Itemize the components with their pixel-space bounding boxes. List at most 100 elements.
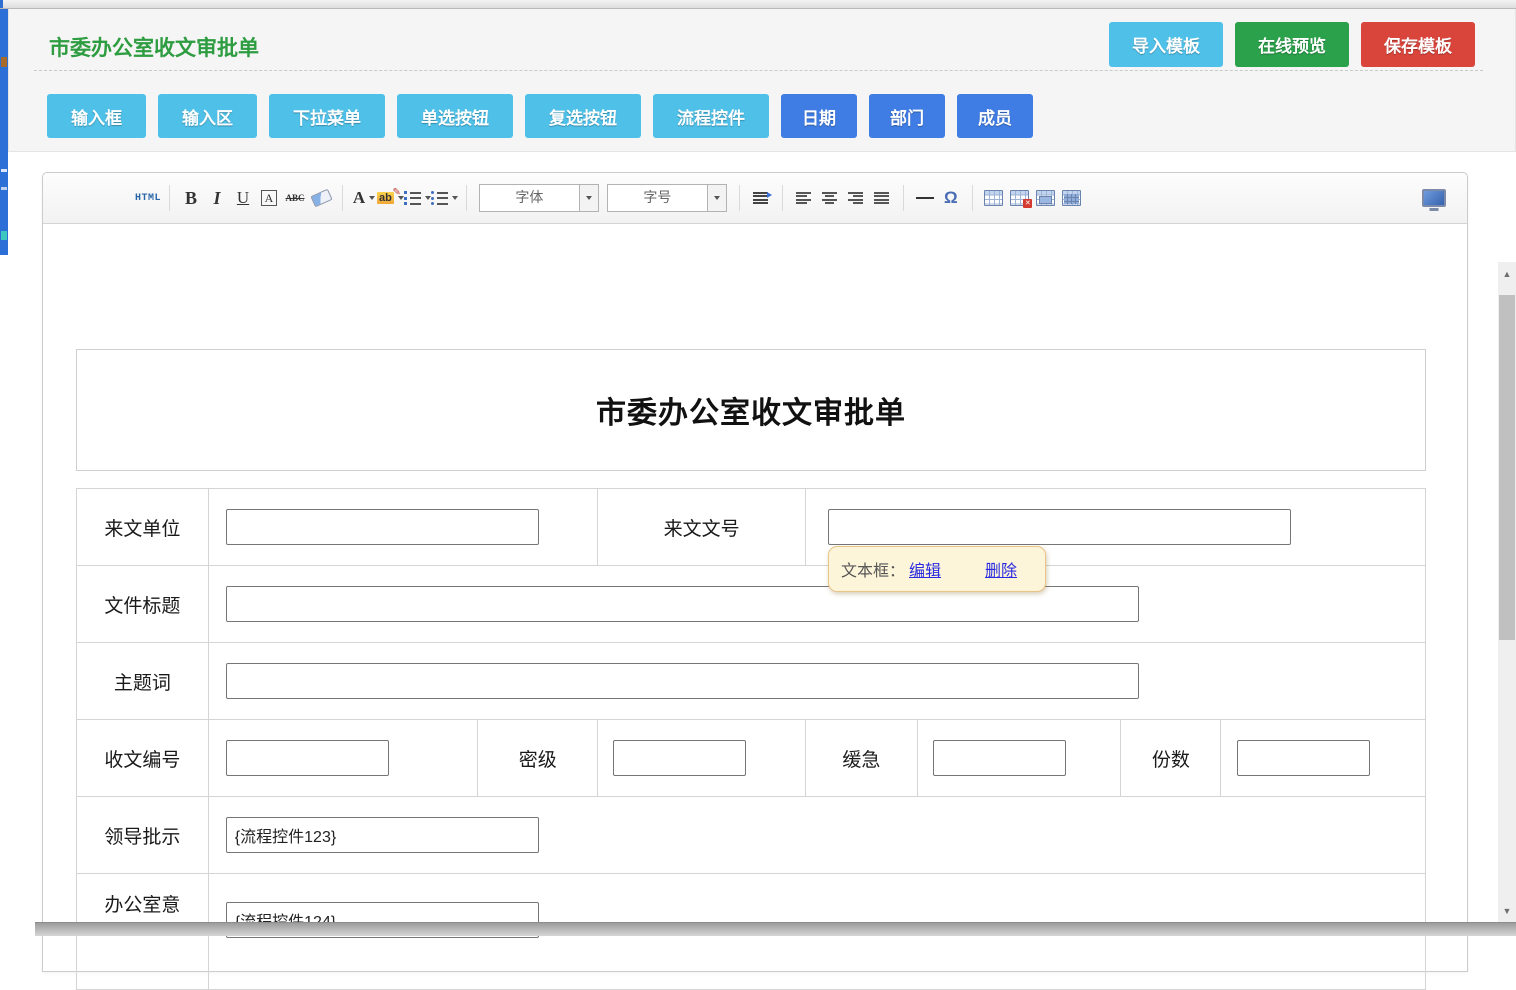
table-cell — [209, 566, 1425, 642]
widget-dropdown-button[interactable]: 下拉菜单 — [269, 94, 385, 138]
align-right-button[interactable] — [843, 182, 869, 214]
online-preview-button[interactable]: 在线预览 — [1235, 22, 1349, 67]
strikethrough-button[interactable]: ABC — [282, 182, 308, 214]
widget-department-button[interactable]: 部门 — [869, 94, 945, 138]
form-builder-header: 市委办公室收文审批单 导入模板 在线预览 保存模板 输入框 输入区 下拉菜单 单… — [8, 8, 1516, 152]
form-title: 市委办公室收文审批单 — [596, 388, 906, 432]
toolbar-separator — [782, 185, 783, 211]
table-row: 文件标题 — [77, 566, 1425, 643]
font-size-select[interactable]: 字号 — [607, 184, 727, 212]
table-cell — [209, 489, 598, 565]
table-delete-icon: ✕ — [1010, 190, 1029, 206]
toolbar-separator — [972, 185, 973, 211]
text-color-button[interactable]: A — [351, 182, 377, 214]
secrecy-level-input[interactable] — [613, 740, 746, 776]
widget-flow-control-button[interactable]: 流程控件 — [653, 94, 769, 138]
special-character-button[interactable]: Ω — [938, 182, 964, 214]
table-cell — [598, 720, 806, 796]
horizontal-rule-button[interactable] — [912, 182, 938, 214]
italic-button[interactable]: I — [204, 182, 230, 214]
align-center-button[interactable] — [817, 182, 843, 214]
subject-words-label: 主题词 — [77, 643, 209, 719]
scrollbar-up-button[interactable]: ▲ — [1498, 266, 1516, 282]
bold-button[interactable]: B — [178, 182, 204, 214]
incoming-unit-input[interactable] — [226, 509, 539, 545]
maximize-editor-button[interactable] — [1421, 182, 1447, 214]
font-family-select[interactable]: 字体 — [479, 184, 599, 212]
insert-table-button[interactable] — [981, 182, 1007, 214]
bulleted-list-icon — [431, 191, 448, 205]
document-title-label: 文件标题 — [77, 566, 209, 642]
urgency-input[interactable] — [933, 740, 1066, 776]
incoming-doc-number-label: 来文文号 — [598, 489, 806, 565]
background-window-corner — [0, 0, 3, 8]
toolbar-separator — [903, 185, 904, 211]
edit-field-link[interactable]: 编辑 — [909, 557, 941, 581]
receipt-number-input[interactable] — [226, 740, 389, 776]
align-justify-icon — [874, 192, 889, 205]
table-row: 来文单位 来文文号 — [77, 489, 1425, 566]
table-cell — [918, 720, 1122, 796]
widget-text-area-button[interactable]: 输入区 — [158, 94, 257, 138]
delete-field-link[interactable]: 删除 — [985, 557, 1017, 581]
background-window-artifact — [1, 169, 7, 172]
toolbar-separator — [466, 185, 467, 211]
table-cell — [1221, 720, 1425, 796]
font-size-label: 字号 — [608, 185, 707, 211]
import-template-button[interactable]: 导入模板 — [1109, 22, 1223, 67]
vertical-scrollbar[interactable]: ▲ ▼ — [1498, 262, 1516, 922]
copies-count-label: 份数 — [1121, 720, 1221, 796]
select-arrow-button[interactable] — [707, 185, 726, 211]
widget-checkbox-button[interactable]: 复选按钮 — [525, 94, 641, 138]
source-html-button[interactable]: HTML — [135, 182, 161, 214]
indent-button[interactable] — [748, 182, 774, 214]
header-divider — [34, 70, 1483, 71]
border-text-button[interactable]: A — [256, 182, 282, 214]
cell-properties-button[interactable] — [1059, 182, 1085, 214]
select-arrow-button[interactable] — [579, 185, 598, 211]
scrollbar-down-button[interactable]: ▼ — [1498, 903, 1516, 919]
remove-format-button[interactable] — [308, 182, 334, 214]
window-top-edge — [0, 0, 1516, 9]
table-properties-button[interactable] — [1033, 182, 1059, 214]
toolbar-separator — [739, 185, 740, 211]
chevron-down-icon — [452, 196, 458, 200]
chevron-down-icon — [714, 196, 720, 200]
widget-date-button[interactable]: 日期 — [781, 94, 857, 138]
chevron-down-icon — [586, 196, 592, 200]
table-cell — [209, 797, 1425, 873]
rich-text-editor: HTML B I U A ABC A ab 字体 字号 Ω ✕ — [42, 172, 1468, 972]
numbered-list-button[interactable] — [404, 182, 431, 214]
tooltip-target-label: 文本框： — [841, 557, 905, 581]
indent-icon — [753, 192, 768, 204]
bulleted-list-button[interactable] — [431, 182, 458, 214]
table-row: 主题词 — [77, 643, 1425, 720]
background-window-artifact — [1, 187, 7, 190]
align-justify-button[interactable] — [869, 182, 895, 214]
toolbar-separator — [342, 185, 343, 211]
widget-input-box-button[interactable]: 输入框 — [47, 94, 146, 138]
delete-table-button[interactable]: ✕ — [1007, 182, 1033, 214]
cell-properties-icon — [1062, 190, 1081, 206]
secrecy-level-label: 密级 — [478, 720, 598, 796]
incoming-doc-number-input[interactable] — [828, 509, 1291, 545]
approval-form-table: 来文单位 来文文号 文件标题 主题词 — [76, 488, 1426, 990]
monitor-icon — [1422, 189, 1446, 207]
highlight-color-button[interactable]: ab — [377, 182, 404, 214]
copies-count-input[interactable] — [1237, 740, 1370, 776]
leader-instructions-input[interactable] — [226, 817, 539, 853]
field-tooltip: 文本框： 编辑 删除 — [828, 546, 1046, 592]
subject-words-input[interactable] — [226, 663, 1139, 699]
text-color-icon: A — [353, 188, 365, 208]
underline-button[interactable]: U — [230, 182, 256, 214]
table-cell — [209, 720, 479, 796]
align-left-button[interactable] — [791, 182, 817, 214]
scrollbar-thumb[interactable] — [1499, 295, 1515, 640]
form-title-box: 市委办公室收文审批单 — [76, 349, 1426, 471]
widget-radio-button[interactable]: 单选按钮 — [397, 94, 513, 138]
chevron-down-icon — [369, 196, 375, 200]
horizontal-rule-icon — [916, 197, 934, 199]
widget-member-button[interactable]: 成员 — [957, 94, 1033, 138]
save-template-button[interactable]: 保存模板 — [1361, 22, 1475, 67]
table-icon — [984, 190, 1003, 206]
